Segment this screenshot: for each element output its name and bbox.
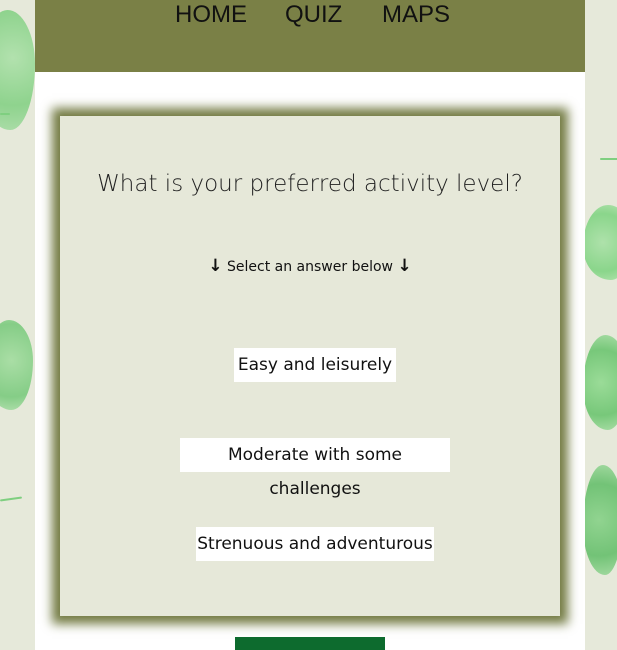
answer-option-strenuous[interactable]: Strenuous and adventurous [196, 527, 434, 561]
leaf-decoration [583, 335, 617, 430]
submit-button[interactable] [235, 637, 385, 650]
leaf-decoration [0, 320, 33, 410]
navbar: HOME QUIZ MAPS [35, 0, 585, 72]
hint-text: Select an answer below [227, 259, 393, 275]
answer-option-easy[interactable]: Easy and leisurely [234, 348, 396, 382]
quiz-card: What is your preferred activity level? ↓… [60, 116, 560, 616]
nav-quiz-link[interactable]: QUIZ [285, 0, 342, 30]
stem-decoration [0, 113, 10, 115]
leaf-decoration [583, 205, 617, 280]
leaf-decoration [0, 10, 35, 130]
question-title: What is your preferred activity level? [97, 171, 523, 197]
arrow-down-icon: ↓ [208, 256, 223, 276]
stem-decoration [600, 158, 617, 160]
stem-decoration [0, 496, 23, 502]
answer-hint: ↓ Select an answer below ↓ [60, 256, 560, 276]
nav-maps-link[interactable]: MAPS [382, 0, 450, 30]
answer-option-moderate[interactable]: Moderate with some challenges [180, 438, 450, 499]
arrow-down-icon: ↓ [397, 256, 412, 276]
page-container: HOME QUIZ MAPS What is your preferred ac… [35, 0, 585, 650]
nav-home-link[interactable]: HOME [175, 0, 247, 30]
leaf-decoration [583, 465, 617, 575]
